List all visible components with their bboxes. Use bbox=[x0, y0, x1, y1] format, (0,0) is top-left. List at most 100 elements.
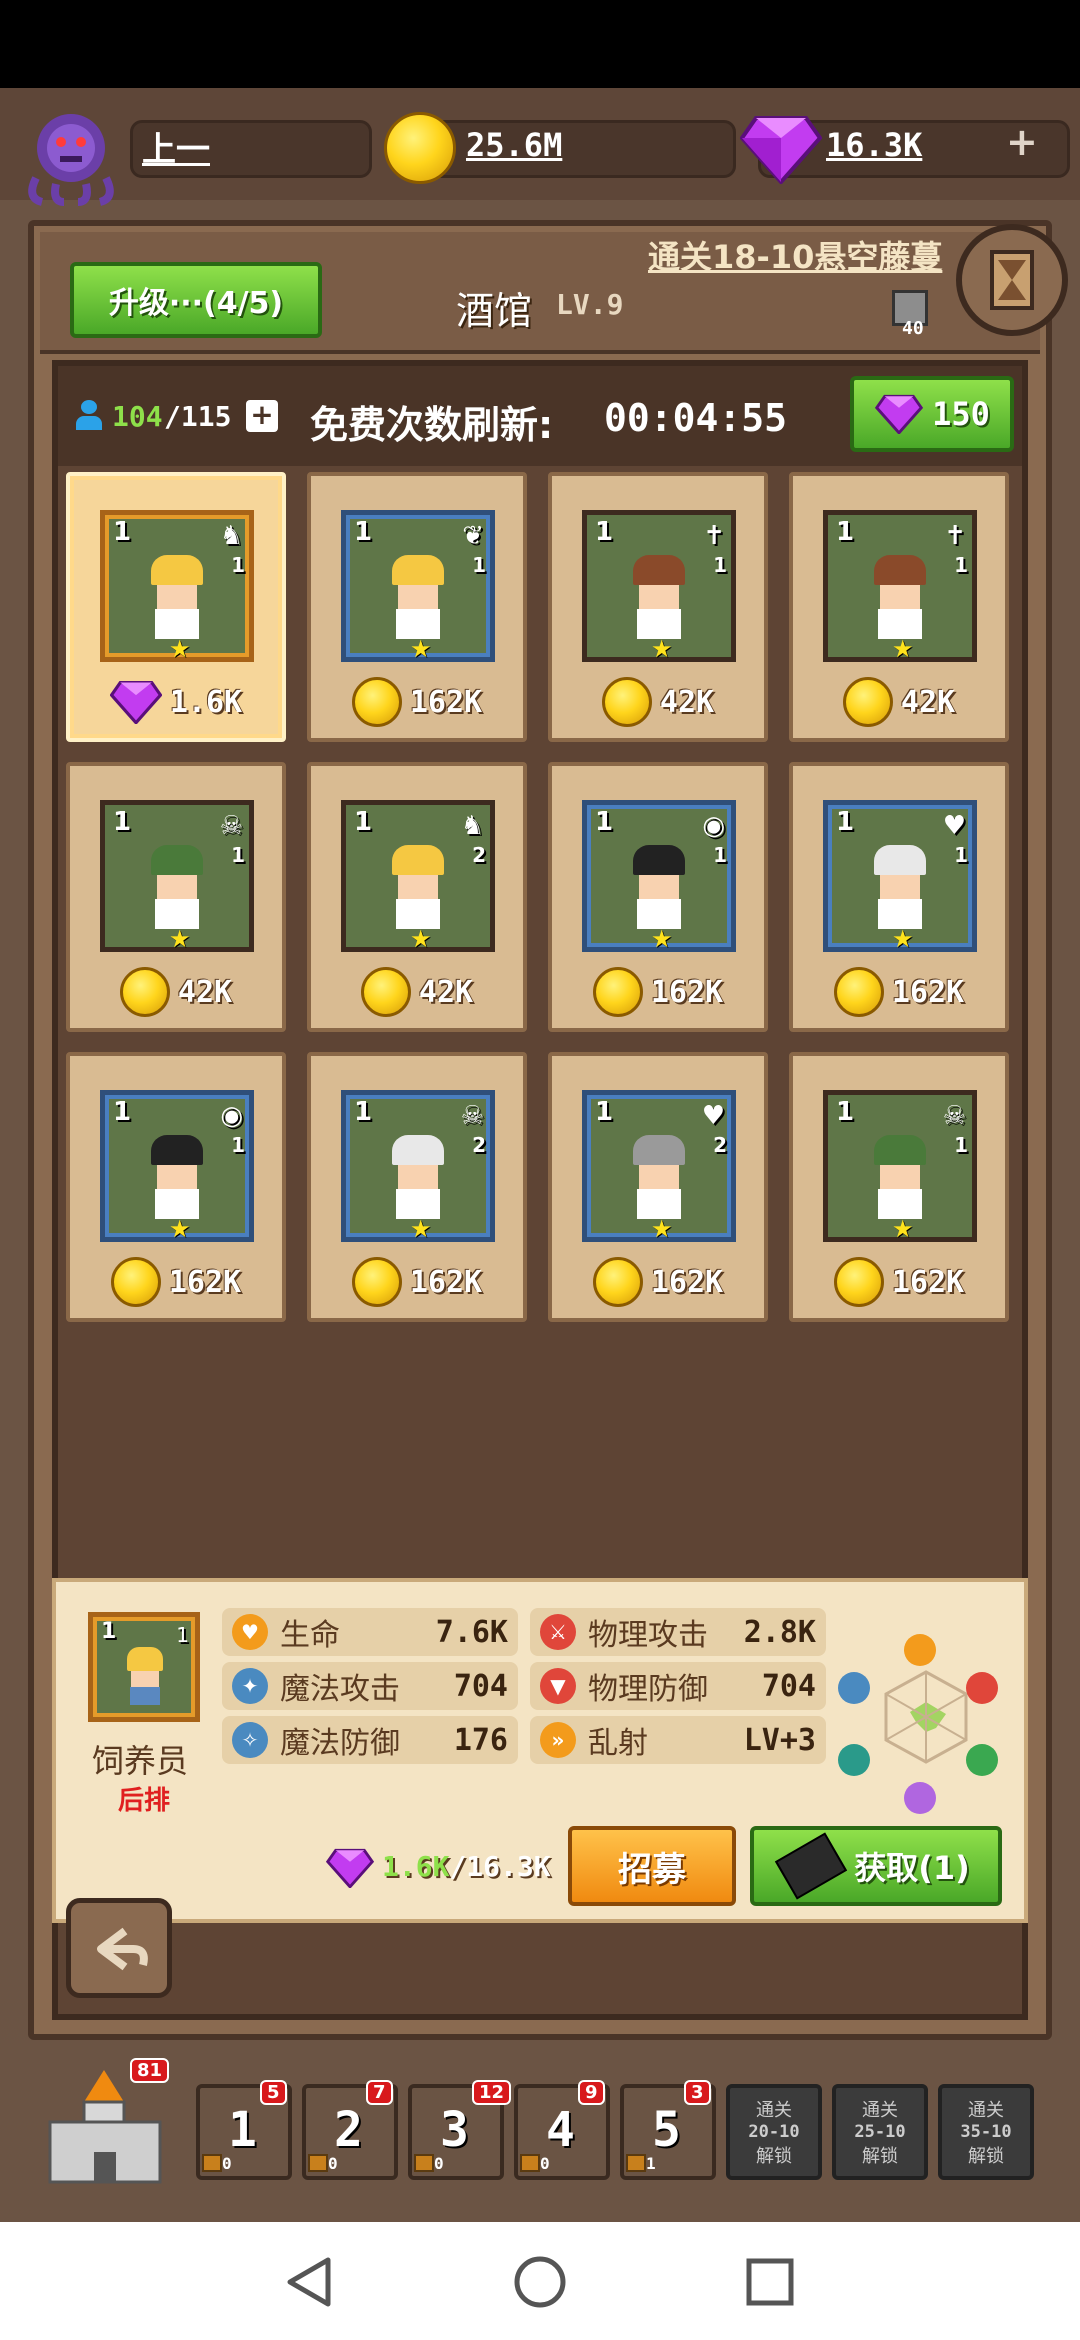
gold-coin-icon bbox=[360, 967, 411, 1017]
stat-value: 7.6K bbox=[435, 1614, 508, 1650]
hero-sprite bbox=[390, 1135, 446, 1225]
hero-count: 1 bbox=[713, 553, 727, 577]
player-name[interactable]: 上一 bbox=[142, 122, 210, 171]
hero-card[interactable]: 1 ◉ 1 ★ 162K bbox=[66, 1052, 286, 1322]
hero-level: 1 bbox=[354, 1097, 373, 1127]
hero-card[interactable]: 1 ☠ 1 ★ 162K bbox=[789, 1052, 1009, 1322]
add-capacity-button[interactable]: + bbox=[246, 400, 278, 432]
stat-label: 生命 bbox=[280, 1618, 340, 1653]
chest-icon bbox=[520, 2154, 540, 2172]
refresh-gem-button[interactable]: 150 bbox=[850, 376, 1014, 452]
hero-card[interactable]: 1 ✝ 1 ★ 42K bbox=[789, 472, 1009, 742]
unlock-line-2: 35-10 bbox=[960, 2122, 1012, 2142]
quest-scroll-button[interactable] bbox=[956, 224, 1068, 336]
hero-class-icon: ✝ bbox=[703, 521, 725, 551]
status-bar bbox=[0, 0, 1080, 88]
video-tape-icon bbox=[775, 1832, 848, 1900]
hero-card[interactable]: 1 ♞ 1 ★ 1.6K bbox=[66, 472, 286, 742]
hero-class-icon: ♞ bbox=[219, 521, 243, 551]
building-level: LV.9 bbox=[556, 288, 624, 321]
stat-mag-atk: ✦ 魔法攻击 704 bbox=[222, 1662, 518, 1710]
hero-portrait: 1 ♥ 1 ★ bbox=[823, 800, 977, 953]
hero-level: 1 bbox=[113, 517, 132, 547]
locked-team-slot[interactable]: 通关 20-10 解锁 bbox=[726, 2084, 822, 2180]
hero-count: 1 bbox=[231, 553, 245, 577]
hero-card[interactable]: 1 ♞ 2 ★ 42K bbox=[307, 762, 527, 1032]
stat-value: 704 bbox=[761, 1668, 816, 1704]
hero-count: 1 bbox=[472, 553, 486, 577]
back-arrow-icon bbox=[97, 1927, 148, 1971]
quest-link[interactable]: 通关18-10悬空藤蔓 bbox=[648, 232, 942, 278]
hero-portrait: 1 ♞ 1 ★ bbox=[100, 510, 254, 663]
gold-coin-icon bbox=[119, 967, 170, 1017]
star-icon: ★ bbox=[651, 1215, 673, 1243]
recruit-button[interactable]: 招募 bbox=[568, 1826, 736, 1906]
hero-price: 162K bbox=[552, 1254, 764, 1310]
hero-count: 1 bbox=[231, 843, 245, 867]
hero-portrait: 1 ☠ 1 ★ bbox=[100, 800, 254, 953]
stat-label: 魔法攻击 bbox=[280, 1672, 400, 1707]
hero-card[interactable]: 1 ♥ 2 ★ 162K bbox=[548, 1052, 768, 1322]
nav-recents-icon[interactable] bbox=[742, 2254, 798, 2310]
locked-team-slot[interactable]: 通关 25-10 解锁 bbox=[832, 2084, 928, 2180]
obtain-button[interactable]: 获取(1) bbox=[750, 1826, 1002, 1906]
stat-label: 物理攻击 bbox=[588, 1618, 708, 1653]
nav-home-icon[interactable] bbox=[512, 2254, 568, 2310]
star-icon: ★ bbox=[410, 635, 432, 663]
hero-sprite bbox=[631, 555, 687, 645]
selected-hero-portrait[interactable]: 1 1 bbox=[88, 1612, 200, 1722]
hero-card[interactable]: 1 ❦ 1 ★ 162K bbox=[307, 472, 527, 742]
hero-price: 42K bbox=[552, 674, 764, 730]
locked-team-slot[interactable]: 通关 35-10 解锁 bbox=[938, 2084, 1034, 2180]
hero-class-icon: ◉ bbox=[220, 1101, 243, 1131]
hero-class-icon: ♥ bbox=[701, 1101, 725, 1131]
refresh-timer: 00:04:55 bbox=[604, 396, 788, 440]
hero-portrait: 1 ✝ 1 ★ bbox=[823, 510, 977, 663]
hero-price-value: 1.6K bbox=[169, 684, 243, 720]
hero-level: 1 bbox=[836, 1097, 855, 1127]
chest-icon bbox=[308, 2154, 328, 2172]
hero-sprite bbox=[149, 1135, 205, 1225]
team-slot-sub: 0 bbox=[222, 2154, 232, 2173]
hero-card[interactable]: 1 ◉ 1 ★ 162K bbox=[548, 762, 768, 1032]
gold-coin-icon bbox=[601, 677, 652, 727]
back-button[interactable] bbox=[66, 1898, 172, 1998]
stat-skill: » 乱射 LV+3 bbox=[530, 1716, 826, 1764]
team-slot-badge: 3 bbox=[684, 2080, 711, 2105]
gem-icon bbox=[874, 394, 924, 434]
hero-count: 1 bbox=[954, 1133, 968, 1157]
nav-back-icon[interactable] bbox=[282, 2254, 338, 2310]
stat-value: 704 bbox=[453, 1668, 508, 1704]
refresh-cost: 150 bbox=[932, 395, 990, 433]
hero-price-value: 162K bbox=[409, 1264, 483, 1300]
hero-card[interactable]: 1 ☠ 2 ★ 162K bbox=[307, 1052, 527, 1322]
unlock-line-1: 通关 bbox=[756, 2100, 792, 2121]
hero-sprite bbox=[631, 1135, 687, 1225]
hero-portrait: 1 ◉ 1 ★ bbox=[100, 1090, 254, 1243]
tentacle-monster-icon bbox=[28, 114, 114, 206]
sword-icon: ⚔ bbox=[540, 1614, 576, 1650]
hero-price: 162K bbox=[552, 964, 764, 1020]
gold-amount: 25.6M bbox=[466, 126, 563, 164]
magic-shield-icon: ✧ bbox=[232, 1722, 268, 1758]
gem-icon bbox=[740, 116, 822, 184]
star-icon: ★ bbox=[892, 925, 914, 953]
castle-badge: 81 bbox=[130, 2058, 170, 2083]
hero-card[interactable]: 1 ✝ 1 ★ 42K bbox=[548, 472, 768, 742]
add-gems-button[interactable]: + bbox=[1006, 120, 1038, 164]
team-slot-sub: 0 bbox=[434, 2154, 444, 2173]
hero-count: 1 bbox=[954, 843, 968, 867]
gold-coin-icon bbox=[833, 1257, 884, 1307]
hero-sprite bbox=[149, 555, 205, 645]
stat-label: 魔法防御 bbox=[280, 1726, 400, 1761]
star-icon: ★ bbox=[892, 1215, 914, 1243]
team-slot-badge: 7 bbox=[366, 2080, 393, 2105]
hero-price: 42K bbox=[70, 964, 282, 1020]
hero-card[interactable]: 1 ☠ 1 ★ 42K bbox=[66, 762, 286, 1032]
gold-coin-icon bbox=[592, 1257, 643, 1307]
gold-coin-icon bbox=[592, 967, 643, 1017]
player-avatar[interactable] bbox=[16, 98, 126, 208]
stat-mag-def: ✧ 魔法防御 176 bbox=[222, 1716, 518, 1764]
upgrade-button[interactable]: 升级···(4/5) bbox=[70, 262, 322, 338]
hero-card[interactable]: 1 ♥ 1 ★ 162K bbox=[789, 762, 1009, 1032]
